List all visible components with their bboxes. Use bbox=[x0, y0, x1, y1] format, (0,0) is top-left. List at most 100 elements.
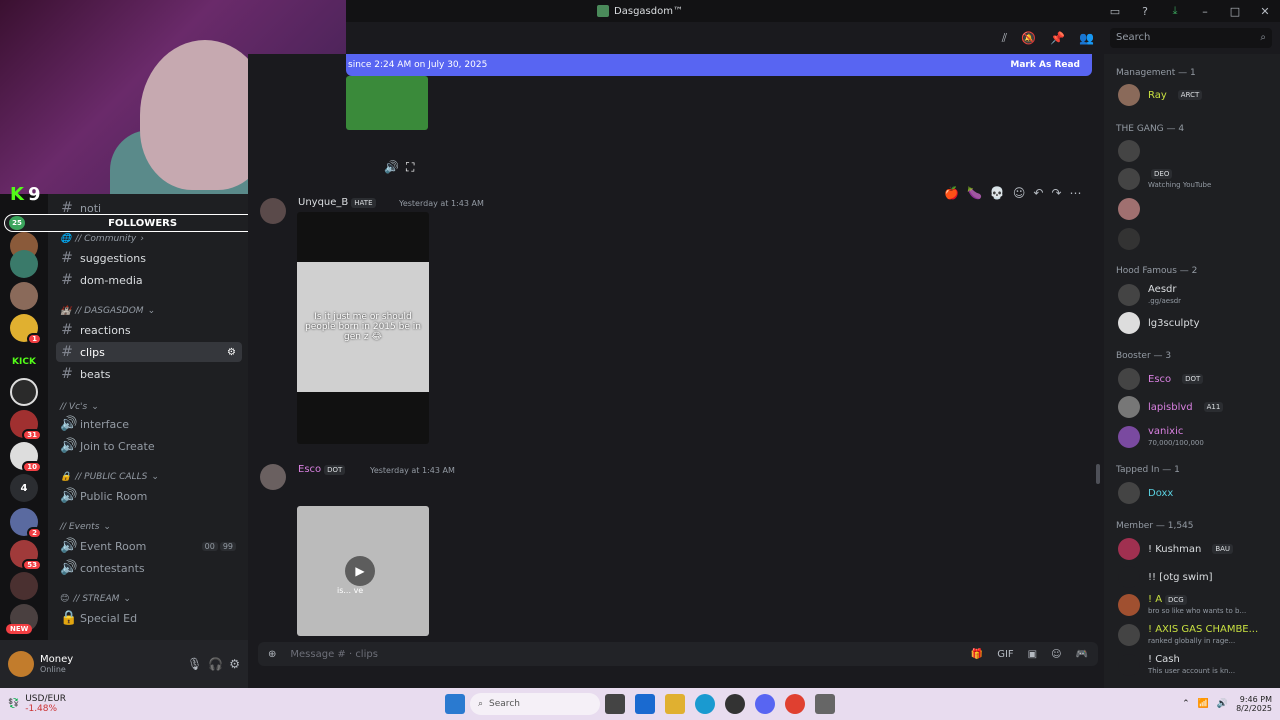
channel-join-create[interactable]: 🔊 Join to Create bbox=[56, 436, 242, 456]
reaction-icon[interactable]: 🍆 bbox=[967, 186, 982, 200]
category-community[interactable]: 🌐// Community › bbox=[60, 234, 144, 244]
store-icon[interactable] bbox=[635, 694, 655, 714]
mark-as-read-button[interactable]: Mark As Read bbox=[1010, 60, 1080, 70]
avatar[interactable] bbox=[8, 651, 34, 677]
member-item[interactable]: lapisblvd A11 bbox=[1118, 396, 1224, 418]
member-item[interactable]: Esco DOT bbox=[1118, 368, 1204, 390]
category-public-calls[interactable]: 🔒// PUBLIC CALLS ⌄ bbox=[60, 472, 159, 482]
gift-icon[interactable]: 🎁 bbox=[971, 649, 983, 660]
edge-icon[interactable] bbox=[695, 694, 715, 714]
server-icon[interactable]: 10 bbox=[10, 442, 42, 473]
members-icon[interactable]: 👥 bbox=[1079, 31, 1094, 45]
apps-icon[interactable]: 🎮 bbox=[1076, 649, 1088, 660]
wifi-icon[interactable]: 📶 bbox=[1198, 699, 1209, 709]
member-item[interactable]: Doxx bbox=[1118, 482, 1173, 504]
server-icon[interactable] bbox=[10, 250, 38, 278]
member-item[interactable]: ! Cash This user account is kn... bbox=[1118, 654, 1235, 676]
channel-event-room[interactable]: 🔊 Event Room 00 99 bbox=[56, 536, 242, 556]
channel-interface[interactable]: 🔊 interface bbox=[56, 414, 242, 434]
member-item[interactable] bbox=[1118, 198, 1140, 220]
scrollbar-thumb[interactable] bbox=[1096, 464, 1100, 484]
add-reaction-icon[interactable]: ☺ bbox=[1013, 186, 1026, 200]
forward-icon[interactable]: ↷ bbox=[1051, 186, 1061, 200]
member-item[interactable]: lg3sculpty bbox=[1118, 312, 1200, 334]
member-item[interactable]: ! A DCG bro so like who wants to b... bbox=[1118, 594, 1246, 616]
headphones-icon[interactable]: 🎧 bbox=[208, 657, 223, 671]
channel-special-ed[interactable]: 🔒 Special Ed bbox=[56, 608, 242, 628]
gif-icon[interactable]: GIF bbox=[997, 649, 1013, 660]
server-icon[interactable] bbox=[10, 572, 38, 600]
close-button[interactable]: ✕ bbox=[1250, 5, 1280, 18]
pin-icon[interactable]: 📌 bbox=[1050, 31, 1065, 45]
channel-suggestions[interactable]: # suggestions bbox=[56, 248, 242, 268]
message-avatar[interactable] bbox=[260, 464, 286, 490]
play-icon[interactable]: ▶ bbox=[345, 556, 375, 586]
message-avatar[interactable] bbox=[260, 198, 286, 224]
server-icon[interactable]: 4 bbox=[10, 474, 38, 502]
category-dasgasdom[interactable]: 🏰// DASGASDOM ⌄ bbox=[60, 306, 155, 316]
channel-reactions[interactable]: # reactions bbox=[56, 320, 242, 340]
mute-icon[interactable]: 🔕 bbox=[1021, 31, 1036, 45]
chevron-up-icon[interactable]: ⌃ bbox=[1182, 699, 1190, 709]
fullscreen-icon[interactable]: ⛶ bbox=[406, 160, 414, 175]
reaction-icon[interactable]: 🍎 bbox=[944, 186, 959, 200]
explorer-icon[interactable] bbox=[665, 694, 685, 714]
maximize-button[interactable]: □ bbox=[1220, 5, 1250, 18]
reply-icon[interactable]: ↶ bbox=[1033, 186, 1043, 200]
member-item[interactable]: DEO Watching YouTube bbox=[1118, 168, 1211, 190]
add-attachment-icon[interactable]: ⊕ bbox=[268, 649, 276, 660]
reaction-icon[interactable]: 💀 bbox=[990, 186, 1005, 200]
member-item[interactable] bbox=[1118, 140, 1140, 162]
taskbar-search[interactable]: ⌕ Search bbox=[470, 693, 600, 715]
search-input[interactable]: Search ⌕ bbox=[1110, 28, 1272, 48]
minimize-button[interactable]: – bbox=[1190, 5, 1220, 18]
kick-server-icon[interactable]: KICK bbox=[10, 348, 38, 376]
server-icon[interactable]: 53 bbox=[10, 540, 42, 571]
member-item[interactable]: Aesdr .gg/aesdr bbox=[1118, 284, 1181, 306]
video-embed[interactable]: ▶ is... ve bbox=[297, 506, 429, 636]
server-icon[interactable]: 1 bbox=[10, 314, 42, 345]
server-icon[interactable]: 2 bbox=[10, 508, 42, 539]
discord-icon[interactable] bbox=[755, 694, 775, 714]
video-thumbnail[interactable] bbox=[346, 76, 428, 130]
member-item[interactable]: ! AXIS GAS CHAMBE... ranked globally in r… bbox=[1118, 624, 1258, 646]
ticker-widget[interactable]: 💱 USD/EUR -1.48% bbox=[8, 694, 66, 714]
category-stream[interactable]: 😊// STREAM ⌄ bbox=[60, 594, 131, 604]
member-item[interactable]: !! [otg swim] bbox=[1118, 566, 1212, 588]
volume-icon[interactable]: 🔊 bbox=[384, 160, 399, 174]
help-icon[interactable]: ? bbox=[1130, 5, 1160, 18]
volume-icon[interactable]: 🔊 bbox=[1217, 699, 1228, 709]
member-item[interactable] bbox=[1118, 228, 1140, 250]
download-icon[interactable]: ⤓ bbox=[1160, 4, 1190, 18]
task-view-icon[interactable] bbox=[605, 694, 625, 714]
server-icon[interactable]: 31 bbox=[10, 410, 42, 441]
sticker-icon[interactable]: ▣ bbox=[1028, 649, 1037, 660]
server-icon[interactable] bbox=[10, 282, 38, 310]
unread-banner[interactable]: since 2:24 AM on July 30, 2025 Mark As R… bbox=[346, 54, 1092, 76]
category-vcs[interactable]: // Vc's ⌄ bbox=[60, 402, 99, 412]
microphone-icon[interactable]: 🎙 bbox=[187, 657, 202, 671]
category-events[interactable]: // Events ⌄ bbox=[60, 522, 111, 532]
channel-dom-media[interactable]: # dom-media bbox=[56, 270, 242, 290]
add-member-icon[interactable]: ⚙ bbox=[227, 347, 236, 358]
message-author[interactable]: Unyque_B HATE bbox=[298, 197, 376, 208]
settings-icon[interactable] bbox=[815, 694, 835, 714]
member-item[interactable]: ! Kushman BAU bbox=[1118, 538, 1234, 560]
emoji-icon[interactable]: ☺ bbox=[1051, 649, 1061, 660]
start-icon[interactable] bbox=[445, 694, 465, 714]
channel-contestants[interactable]: 🔊 contestants bbox=[56, 558, 242, 578]
video-embed[interactable]: Is it just me or should people born in 2… bbox=[297, 212, 429, 444]
threads-icon[interactable]: ⫽ bbox=[1002, 31, 1007, 46]
channel-public-room[interactable]: 🔊 Public Room bbox=[56, 486, 242, 506]
member-item[interactable]: vanixic 70,000/100,000 bbox=[1118, 426, 1204, 448]
more-icon[interactable]: ⋯ bbox=[1070, 186, 1082, 200]
app-icon[interactable] bbox=[725, 694, 745, 714]
message-composer[interactable]: ⊕ Message # · clips 🎁 GIF ▣ ☺ 🎮 bbox=[258, 642, 1098, 666]
channel-clips[interactable]: # clips ⚙ bbox=[56, 342, 242, 362]
hex-server-icon[interactable] bbox=[10, 378, 38, 406]
message-author[interactable]: Esco DOT bbox=[298, 464, 346, 475]
clock[interactable]: 9:46 PM 8/2/2025 bbox=[1236, 695, 1272, 713]
channel-beats[interactable]: # beats bbox=[56, 364, 242, 384]
chrome-icon[interactable] bbox=[785, 694, 805, 714]
inbox-icon[interactable]: ▭ bbox=[1100, 5, 1130, 18]
